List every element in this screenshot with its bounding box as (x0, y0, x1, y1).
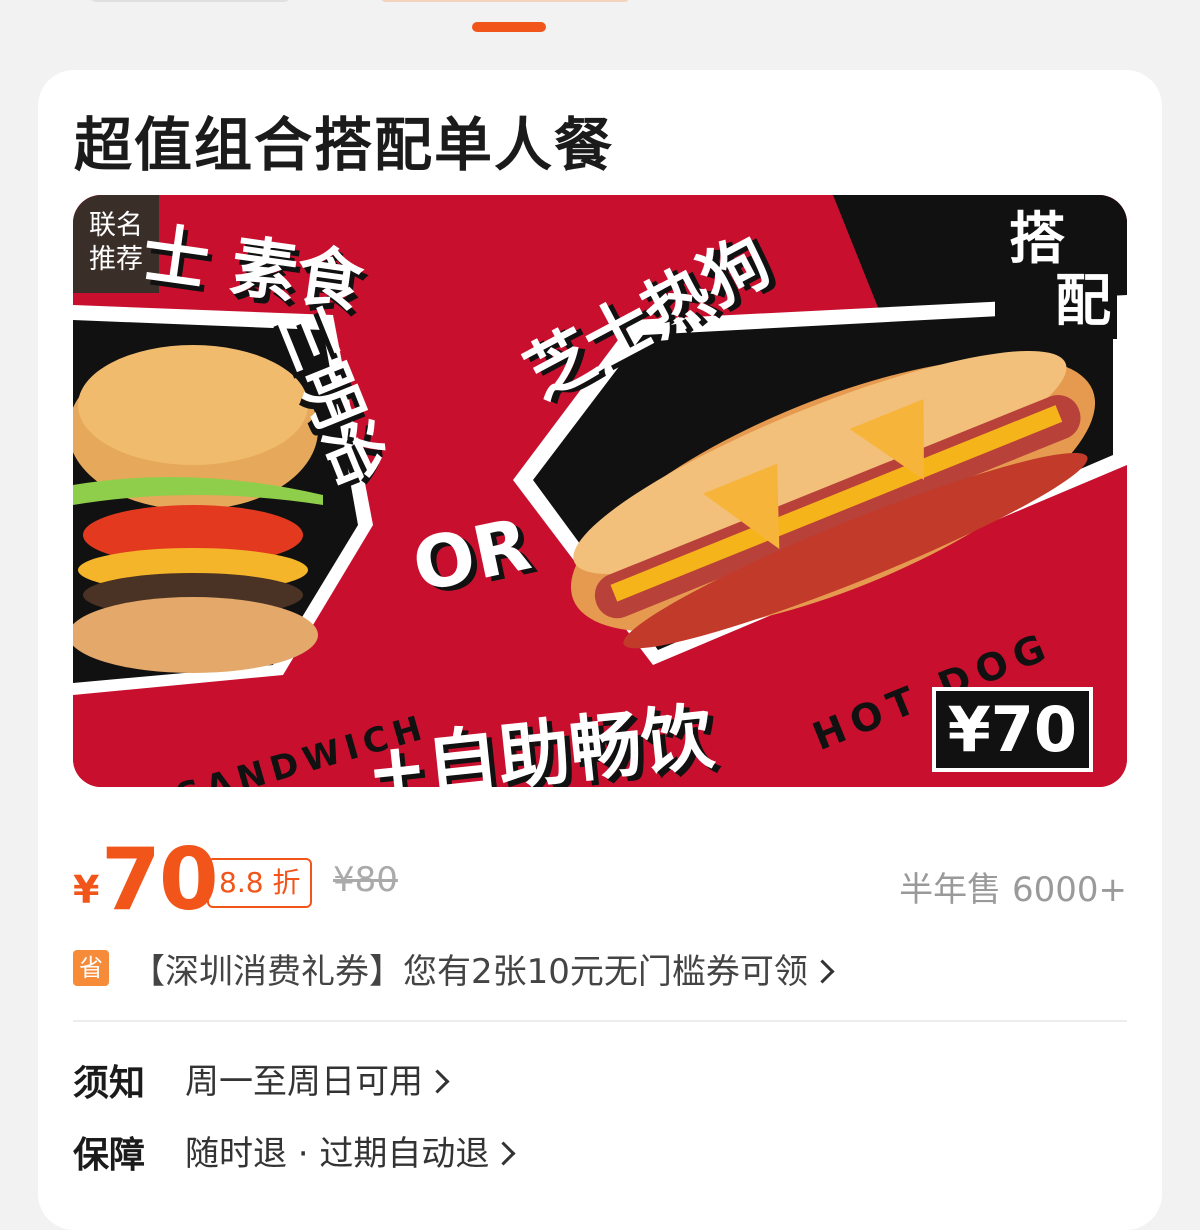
guarantee-row[interactable]: 保障 随时退 · 过期自动退 (73, 1126, 1073, 1176)
notice-value-wrap: 周一至周日可用 (185, 1054, 450, 1103)
coupon-row[interactable]: 省 【深圳消费礼券】您有2张10元无门槛券可领 (73, 944, 973, 992)
price-row: ¥ 70 8.8 折 ¥80 半年售 6000+ (73, 830, 1127, 930)
save-badge-icon: 省 (73, 950, 109, 986)
coupon-text: 【深圳消费礼券】您有2张10元无门槛券可领 (131, 952, 808, 992)
product-banner-image[interactable]: 联名 推荐 士 素食 三明治 芝士热狗 搭 配 OR SANDWICH HOT … (73, 195, 1127, 787)
coupon-text-wrap: 【深圳消费礼券】您有2张10元无门槛券可领 (131, 944, 835, 993)
chevron-right-icon (810, 959, 835, 984)
tab-strip (0, 0, 1200, 70)
combo-line-2: 配 (1055, 269, 1111, 334)
tab-item-cutoff[interactable] (90, 0, 290, 2)
original-price: ¥80 (333, 860, 398, 900)
divider (73, 1020, 1127, 1022)
guarantee-value-wrap: 随时退 · 过期自动退 (185, 1126, 516, 1175)
combo-line-1: 搭 (1009, 207, 1065, 272)
guarantee-label: 保障 (73, 1135, 146, 1176)
notice-row[interactable]: 须知 周一至周日可用 (73, 1054, 1073, 1104)
notice-value: 周一至周日可用 (185, 1062, 423, 1102)
tab-active-indicator (472, 22, 546, 32)
chevron-right-icon (425, 1069, 450, 1094)
chevron-right-icon (491, 1141, 516, 1166)
current-price: 70 (101, 830, 219, 930)
product-title: 超值组合搭配单人餐 (74, 111, 615, 179)
notice-label: 须知 (73, 1063, 146, 1104)
discount-badge: 8.8 折 (207, 858, 313, 908)
tab-item-active-cutoff[interactable] (380, 0, 630, 2)
banner-price-tag: ¥70 (931, 687, 1093, 772)
currency-symbol: ¥ (73, 868, 100, 912)
sales-count: 半年售 6000+ (899, 870, 1127, 910)
banner-text-combo: 搭 配 (995, 203, 1117, 339)
product-card: 超值组合搭配单人餐 联名 推荐 士 素食 三明治 芝士热狗 搭 配 OR SAN… (38, 70, 1162, 1230)
guarantee-value: 随时退 · 过期自动退 (185, 1134, 490, 1174)
